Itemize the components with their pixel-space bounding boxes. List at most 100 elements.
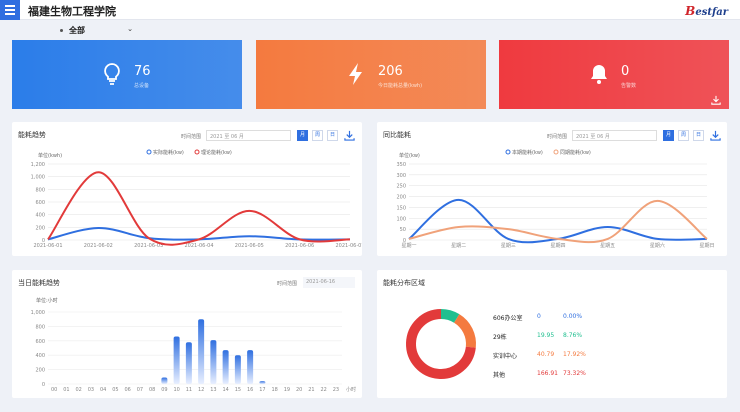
x-tick-label: 11 <box>186 387 192 393</box>
x-tick-label: 星期三 <box>501 243 516 249</box>
x-tick-label: 10 <box>173 387 179 393</box>
download-icon[interactable] <box>711 95 721 105</box>
energy-trend-chart: 单位(kwh)02004006008001,0001,2002021-06-01… <box>31 149 362 249</box>
legend-label: 同期能耗(kw) <box>560 149 591 156</box>
bar-10 <box>173 336 180 384</box>
distribution-percent: 0.00% <box>563 313 583 320</box>
distribution-region-name: 606办公室 <box>493 315 523 322</box>
stat-value: 76 <box>134 64 151 79</box>
y-tick-label: 300 <box>396 173 406 179</box>
stat-card-energy: 206 今日能耗总量(kwh) <box>256 40 486 109</box>
app-header: 福建生物工程学院 Bestfar <box>0 0 740 20</box>
donut-slice-29栋 <box>440 309 460 323</box>
distribution-percent: 8.76% <box>563 332 583 339</box>
y-tick-label: 400 <box>35 353 45 359</box>
x-tick-label: 01 <box>63 387 69 393</box>
y-tick-label: 200 <box>396 195 406 201</box>
bar-09 <box>161 377 168 384</box>
hourly-energy-chart: 单位:小时 0 200 400 600 800 1,000 00 01 02 03 04 05 06 07 0… <box>31 297 356 393</box>
stat-value: 206 <box>378 64 403 79</box>
lightning-icon <box>349 63 362 85</box>
distribution-region-name: 实训中心 <box>493 353 518 360</box>
x-tick-label: 15 <box>235 387 241 393</box>
x-tick-label: 2021-06-01 <box>33 243 62 249</box>
x-tick-label: 2021-06-02 <box>84 243 113 249</box>
region-filter-value: 全部 <box>69 26 85 35</box>
x-tick-label: 2021-06-04 <box>184 243 213 249</box>
hourly-energy-card: 当日能耗趋势 时间范围 2021-06-16 单位:小时 0 200 400 600 80… <box>12 270 362 398</box>
x-tick-label: 02 <box>75 387 81 393</box>
x-tick-label: 21 <box>308 387 314 393</box>
x-tick-label: 2021-06-06 <box>285 243 314 249</box>
stat-label: 告警数 <box>621 83 637 89</box>
series-line <box>47 171 351 246</box>
legend-marker <box>505 149 511 155</box>
x-tick-label: 20 <box>296 387 302 393</box>
x-tick-label: 23 <box>333 387 339 393</box>
series-line <box>47 226 351 241</box>
series-line <box>408 198 708 244</box>
x-tick-label: 09 <box>161 387 167 393</box>
lightbulb-icon <box>104 63 120 85</box>
energy-trend-card: 能耗趋势 时间范围 2021 至 06 月 月 周 日 单位(kwh) 0 200 4… <box>12 122 362 256</box>
x-tick-label: 07 <box>137 387 143 393</box>
y-tick-label: 250 <box>396 184 406 190</box>
x-tick-label: 星期一 <box>401 243 416 249</box>
distribution-value: 0 <box>537 313 541 320</box>
x-tick-label: 04 <box>100 387 106 393</box>
bar-15 <box>234 355 241 384</box>
y-tick-label: 1,000 <box>31 175 45 181</box>
distribution-value: 40.79 <box>537 351 555 358</box>
stat-card-devices: 76 总设备 <box>12 40 242 109</box>
x-tick-label: 06 <box>124 387 130 393</box>
app-title: 福建生物工程学院 <box>28 5 116 18</box>
x-tick-label: 19 <box>284 387 290 393</box>
x-tick-label: 星期二 <box>451 243 466 249</box>
x-tick-label: 08 <box>149 387 155 393</box>
series-line <box>408 199 708 244</box>
bell-icon <box>591 65 607 84</box>
stat-label: 总设备 <box>134 83 150 89</box>
card-title: 能耗分布区域 <box>383 279 425 287</box>
energy-compare-card: 同比能耗 时间范围 2021 至 06 月 月 周 日 单位(kw) 0 50 100… <box>377 122 727 256</box>
y-tick-label: 800 <box>35 324 45 330</box>
y-tick-label: 600 <box>35 339 45 345</box>
bar-14 <box>222 350 229 384</box>
y-tick-label: 800 <box>35 187 45 193</box>
y-tick-label: 100 <box>396 216 406 222</box>
legend-marker <box>194 149 200 155</box>
brand-logo: Bestfar <box>685 4 728 18</box>
distribution-percent: 73.32% <box>563 370 586 377</box>
energy-distribution-card: 能耗分布区域 606办公室 0 0.00% 29栋 19.95 8.76% 实训中心 40.7… <box>377 270 727 398</box>
y-tick-label: 50 <box>400 227 406 233</box>
x-tick-label: 17 <box>259 387 265 393</box>
x-tick-label: 星期日 <box>699 243 714 249</box>
region-filter-select[interactable]: 全部 ⌄ <box>60 25 135 37</box>
y-axis-label: 单位:小时 <box>36 297 58 304</box>
x-tick-label: 2021-06-05 <box>235 243 264 249</box>
y-tick-label: 1,200 <box>31 162 45 168</box>
x-tick-label: 00 <box>51 387 57 393</box>
y-axis-label: 单位(kw) <box>399 152 420 159</box>
chevron-down-icon: ⌄ <box>127 25 133 33</box>
x-axis-label: 小时 <box>346 386 356 393</box>
y-axis-label: 单位(kwh) <box>38 152 62 159</box>
distribution-percent: 17.92% <box>563 351 586 358</box>
stat-card-alarms: 0 告警数 <box>499 40 729 109</box>
x-tick-label: 星期四 <box>550 243 565 249</box>
y-tick-label: 200 <box>35 368 45 374</box>
x-tick-label: 22 <box>320 387 326 393</box>
distribution-region-name: 其他 <box>493 372 506 379</box>
y-tick-label: 400 <box>35 213 45 219</box>
legend-label: 本期能耗(kw) <box>512 149 543 156</box>
x-tick-label: 03 <box>88 387 94 393</box>
x-tick-label: 13 <box>210 387 216 393</box>
distribution-region-name: 29栋 <box>493 334 507 341</box>
bar-12 <box>198 319 205 384</box>
menu-icon[interactable] <box>0 0 20 20</box>
energy-compare-chart: 单位(kw)050100150200250300350星期一 星期二 星期三 星期四星… <box>396 149 714 249</box>
legend-label: 实际能耗(kw) <box>153 149 184 156</box>
x-tick-label: 18 <box>271 387 277 393</box>
y-tick-label: 1,000 <box>31 310 45 316</box>
x-tick-label: 2021-06-07 <box>335 243 362 249</box>
